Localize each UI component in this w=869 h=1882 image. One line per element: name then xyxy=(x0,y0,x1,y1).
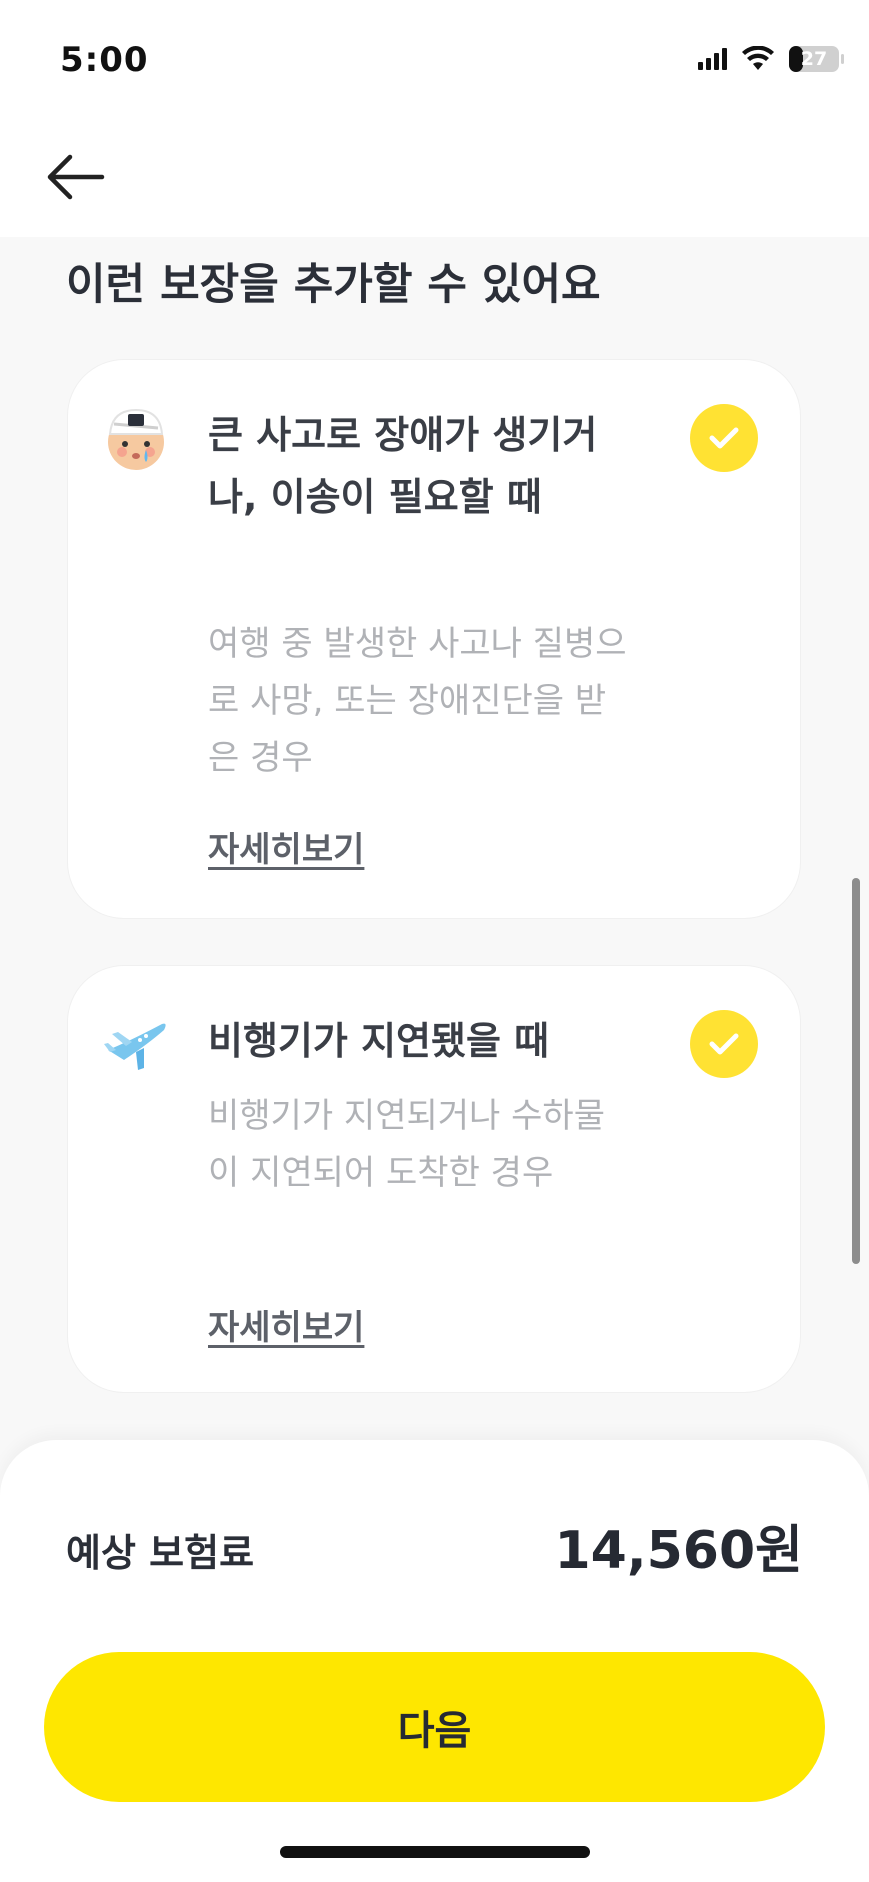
checkmark-icon xyxy=(709,1033,739,1055)
premium-label: 예상 보험료 xyxy=(66,1531,255,1575)
section-title: 이런 보장을 추가할 수 있어요 xyxy=(66,260,601,310)
bottom-panel: 예상 보험료 14,560원 다음 xyxy=(0,1440,869,1882)
back-button[interactable] xyxy=(44,145,108,209)
coverage-card-disability[interactable]: 큰 사고로 장애가 생기거나, 이송이 필요할 때 여행 중 발생한 사고나 질… xyxy=(68,360,800,918)
detail-link[interactable]: 자세히보기 xyxy=(208,1300,364,1349)
coverage-description: 비행기가 지연되거나 수하물이 지연되어 도착한 경우 xyxy=(208,1096,605,1193)
wifi-icon xyxy=(741,46,775,72)
next-button[interactable]: 다음 xyxy=(44,1652,825,1802)
coverage-title: 비행기가 지연됐을 때 xyxy=(208,1019,550,1063)
airplane-icon xyxy=(102,1010,170,1078)
coverage-checkbox[interactable] xyxy=(690,404,758,472)
detail-link[interactable]: 자세히보기 xyxy=(208,822,364,871)
status-icons: 27 xyxy=(698,46,845,72)
status-time: 5:00 xyxy=(60,40,149,80)
scrollbar[interactable] xyxy=(852,878,860,1264)
status-bar: 5:00 27 xyxy=(0,0,869,115)
coverage-description: 여행 중 발생한 사고나 질병으로 사망, 또는 장애진단을 받은 경우 xyxy=(208,624,627,778)
arrow-left-icon xyxy=(47,154,105,200)
coverage-title: 큰 사고로 장애가 생기거나, 이송이 필요할 때 xyxy=(208,413,598,519)
header xyxy=(0,115,869,237)
battery-icon: 27 xyxy=(789,46,845,72)
premium-amount: 14,560원 xyxy=(554,1521,803,1581)
coverage-card-flight-delay[interactable]: 비행기가 지연됐을 때 비행기가 지연되거나 수하물이 지연되어 도착한 경우 … xyxy=(68,966,800,1392)
checkmark-icon xyxy=(709,427,739,449)
home-indicator xyxy=(280,1846,590,1858)
injured-face-icon xyxy=(102,404,170,472)
signal-icon xyxy=(698,48,727,70)
coverage-checkbox[interactable] xyxy=(690,1010,758,1078)
battery-level: 27 xyxy=(800,48,828,70)
